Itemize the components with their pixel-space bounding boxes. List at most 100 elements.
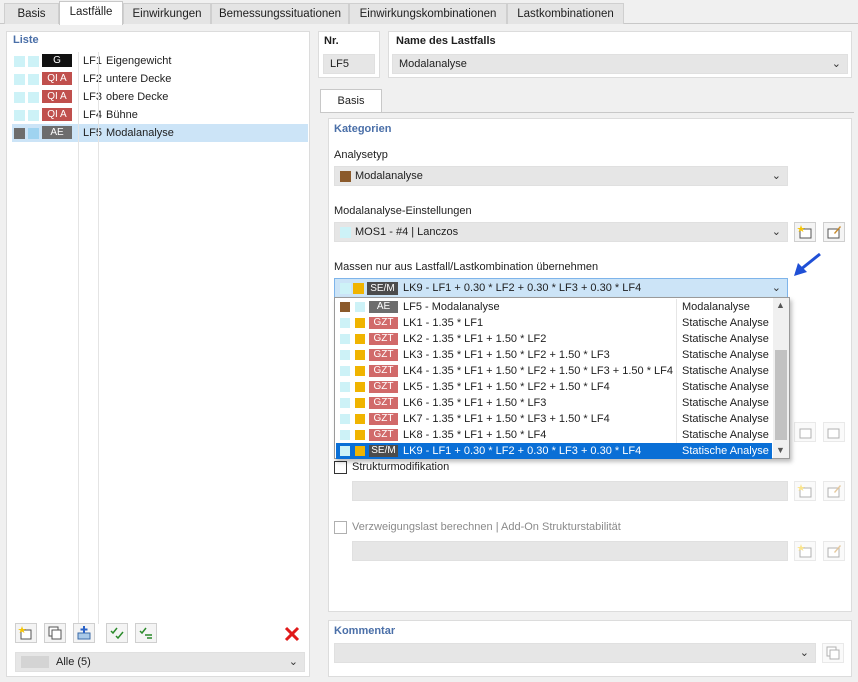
nr-field[interactable]: LF5 [323, 54, 375, 74]
color-swatch [340, 382, 350, 392]
kommentar-select[interactable]: ⌄ [334, 643, 816, 663]
column-divider [676, 299, 677, 443]
dropdown-item-type: Statische Analyse [682, 365, 769, 377]
add-button[interactable] [73, 623, 95, 643]
edit-verzweigung-button[interactable] [823, 541, 845, 561]
list-item[interactable]: AE LF5 Modalanalyse [12, 124, 308, 142]
massen-select[interactable]: SE/M LK9 - LF1 + 0.30 * LF2 + 0.30 * LF3… [334, 278, 788, 298]
color-swatch [14, 128, 25, 139]
new-modal-settings-button[interactable] [794, 222, 816, 242]
dropdown-item[interactable]: GZT LK4 - 1.35 * LF1 + 1.50 * LF2 + 1.50… [336, 363, 772, 379]
name-label: Name des Lastfalls [396, 35, 496, 47]
chevron-down-icon: ⌄ [831, 58, 841, 70]
tab-lastkombinationen[interactable]: Lastkombinationen [507, 3, 624, 24]
subtab-basis[interactable]: Basis [320, 89, 382, 113]
dropdown-item[interactable]: GZT LK6 - 1.35 * LF1 + 1.50 * LF3 Statis… [336, 395, 772, 411]
category-badge: SE/M [367, 282, 398, 295]
kommentar-copy-button[interactable] [822, 643, 844, 663]
list-item-id: LF3 [83, 91, 102, 103]
blue-arrow-icon [790, 250, 824, 280]
edit-struktur-button[interactable] [823, 481, 845, 501]
name-value: Modalanalyse [399, 58, 467, 70]
check-all-button[interactable] [106, 623, 128, 643]
modal-settings-select[interactable]: MOS1 - #4 | Lanczos ⌄ [334, 222, 788, 242]
toggle-check-button[interactable] [135, 623, 157, 643]
main-tab-strip: Basis Lastfälle Einwirkungen Bemessungss… [0, 0, 858, 25]
modal-settings-value: MOS1 - #4 | Lanczos [355, 226, 459, 238]
list-item-name: Bühne [106, 109, 138, 121]
analysetyp-select[interactable]: Modalanalyse ⌄ [334, 166, 788, 186]
dropdown-item[interactable]: GZT LK1 - 1.35 * LF1 Statische Analyse [336, 315, 772, 331]
list-divider [78, 52, 79, 624]
edit-icon [827, 545, 841, 558]
dropdown-item[interactable]: GZT LK7 - 1.35 * LF1 + 1.50 * LF3 + 1.50… [336, 411, 772, 427]
chevron-down-icon: ⌄ [771, 170, 781, 182]
dropdown-item-text: LK7 - 1.35 * LF1 + 1.50 * LF3 + 1.50 * L… [403, 413, 610, 425]
tab-einwirkungen[interactable]: Einwirkungen [123, 3, 211, 24]
dropdown-item-text: LK2 - 1.35 * LF1 + 1.50 * LF2 [403, 333, 547, 345]
new-button-disabled[interactable] [794, 422, 816, 442]
strukturmodifikation-checkbox[interactable] [334, 461, 347, 474]
dropdown-item-text: LF5 - Modalanalyse [403, 301, 500, 313]
massen-value: LK9 - LF1 + 0.30 * LF2 + 0.30 * LF3 + 0.… [403, 282, 642, 294]
new-icon [797, 225, 812, 239]
add-icon [77, 626, 91, 640]
dropdown-item-type: Statische Analyse [682, 333, 769, 345]
color-swatch [355, 366, 365, 376]
dropdown-scrollbar[interactable]: ▲ ▼ [773, 298, 789, 458]
tab-basis[interactable]: Basis [4, 3, 59, 24]
category-badge: GZT [369, 381, 398, 393]
color-swatch [355, 318, 365, 328]
list-title: Liste [13, 34, 39, 46]
copy-button[interactable] [44, 623, 66, 643]
chevron-down-icon: ⌄ [771, 282, 781, 294]
category-badge: GZT [369, 397, 398, 409]
edit-button-disabled[interactable] [823, 422, 845, 442]
strukturmodifikation-select[interactable] [352, 481, 788, 501]
new-verzweigung-button[interactable] [794, 541, 816, 561]
name-select[interactable]: Modalanalyse ⌄ [392, 54, 848, 74]
edit-modal-settings-button[interactable] [823, 222, 845, 242]
edit-icon [827, 226, 841, 239]
list-item[interactable]: QI A LF4 Bühne [12, 106, 308, 124]
tab-lastfaelle[interactable]: Lastfälle [59, 1, 123, 25]
list-filter-select[interactable]: Alle (5) ⌄ [15, 652, 305, 672]
color-swatch [14, 74, 25, 85]
color-swatch [355, 398, 365, 408]
new-icon [799, 428, 812, 439]
nr-label: Nr. [324, 35, 339, 47]
copy-icon [826, 646, 840, 660]
dropdown-item[interactable]: AE LF5 - Modalanalyse Modalanalyse [336, 299, 772, 315]
new-struktur-button[interactable] [794, 481, 816, 501]
tab-einwirkungskombinationen[interactable]: Einwirkungskombinationen [349, 3, 507, 24]
color-swatch [355, 382, 365, 392]
scroll-up-icon[interactable]: ▲ [776, 300, 785, 310]
dropdown-item[interactable]: GZT LK8 - 1.35 * LF1 + 1.50 * LF4 Statis… [336, 427, 772, 443]
new-icon [18, 626, 32, 640]
scroll-down-icon[interactable]: ▼ [776, 445, 785, 455]
dropdown-item-text: LK4 - 1.35 * LF1 + 1.50 * LF2 + 1.50 * L… [403, 365, 673, 377]
dropdown-item[interactable]: GZT LK3 - 1.35 * LF1 + 1.50 * LF2 + 1.50… [336, 347, 772, 363]
delete-button[interactable] [282, 624, 302, 644]
color-swatch [355, 446, 365, 456]
color-swatch [28, 110, 39, 121]
list-item-id: LF5 [83, 127, 102, 139]
list-item[interactable]: QI A LF2 untere Decke [12, 70, 308, 88]
modal-settings-label: Modalanalyse-Einstellungen [334, 205, 472, 217]
dropdown-item-type: Statische Analyse [682, 397, 769, 409]
dropdown-item-type: Statische Analyse [682, 349, 769, 361]
dropdown-item[interactable]: GZT LK5 - 1.35 * LF1 + 1.50 * LF2 + 1.50… [336, 379, 772, 395]
dropdown-item[interactable]: GZT LK2 - 1.35 * LF1 + 1.50 * LF2 Statis… [336, 331, 772, 347]
toggle-check-icon [139, 627, 152, 639]
new-load-case-button[interactable] [15, 623, 37, 643]
dropdown-item-selected[interactable]: SE/M LK9 - LF1 + 0.30 * LF2 + 0.30 * LF3… [336, 443, 772, 459]
category-badge: QI A [42, 72, 72, 85]
verzweigungslast-select[interactable] [352, 541, 788, 561]
verzweigungslast-checkbox[interactable] [334, 521, 347, 534]
scrollbar-thumb[interactable] [775, 350, 787, 440]
color-swatch [355, 334, 365, 344]
tab-bemessungssituationen[interactable]: Bemessungssituationen [211, 3, 349, 24]
category-badge: SE/M [369, 445, 398, 457]
list-item[interactable]: QI A LF3 obere Decke [12, 88, 308, 106]
list-item[interactable]: G LF1 Eigengewicht [12, 52, 308, 70]
